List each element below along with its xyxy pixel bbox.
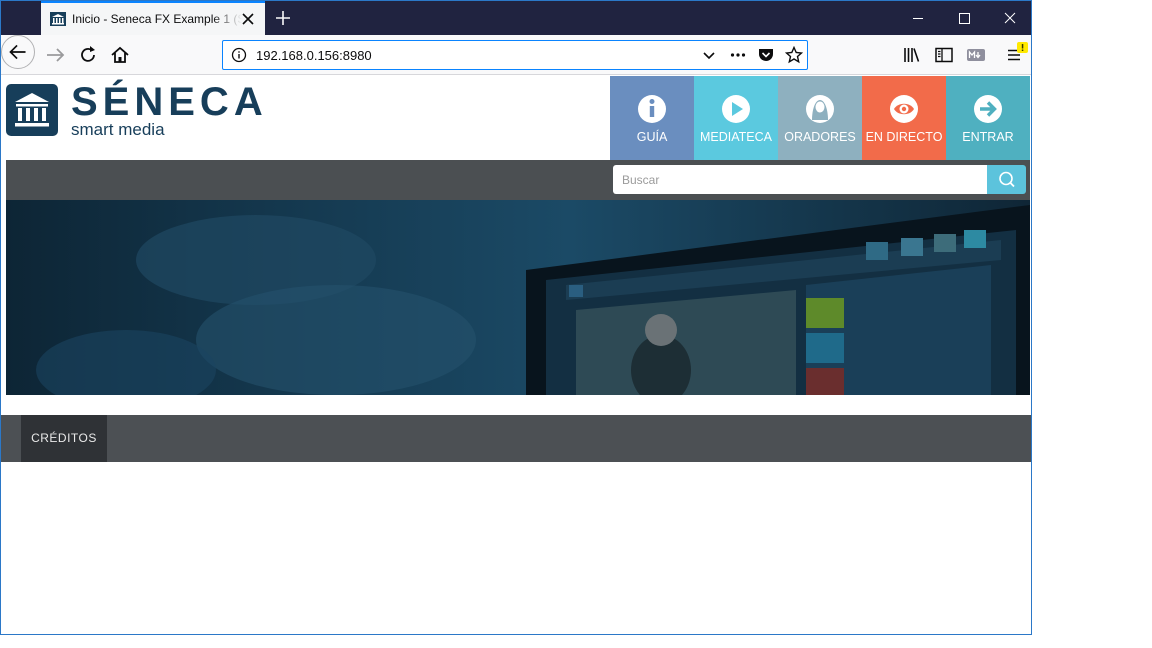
search-input[interactable] xyxy=(613,165,983,194)
title-bar: Inicio - Seneca FX Example 1 (Se xyxy=(1,1,1032,35)
favicon-icon xyxy=(50,12,66,26)
maximize-icon[interactable] xyxy=(941,1,987,35)
nav-en-directo-label: EN DIRECTO xyxy=(865,130,943,144)
search-box xyxy=(613,165,987,194)
info-icon xyxy=(638,95,666,123)
nav-oradores-label: ORADORES xyxy=(784,130,856,144)
bookmark-star-icon[interactable] xyxy=(785,46,803,64)
web-page: SÉNECA smart media GUÍA MEDIATECA ORADOR… xyxy=(1,76,1031,462)
nav-en-directo[interactable]: EN DIRECTO xyxy=(862,76,946,160)
hero-banner xyxy=(6,200,1030,395)
arrow-right-icon xyxy=(974,95,1002,123)
library-icon[interactable] xyxy=(897,40,927,70)
user-icon xyxy=(806,95,834,123)
brand-name: SÉNECA xyxy=(71,80,268,124)
site-info-icon[interactable] xyxy=(230,46,248,64)
url-text: 192.168.0.156:8980 xyxy=(256,48,372,63)
brand-tagline: smart media xyxy=(71,120,165,139)
minimize-icon[interactable] xyxy=(895,1,941,35)
page-actions-icon[interactable] xyxy=(729,46,747,64)
new-tab-icon[interactable] xyxy=(273,8,293,28)
browser-window: Inicio - Seneca FX Example 1 (Se 192.168… xyxy=(0,0,1032,635)
credits-link[interactable]: CRÉDITOS xyxy=(21,415,107,462)
sidebar-icon[interactable] xyxy=(929,40,959,70)
hero-image xyxy=(36,205,1030,395)
nav-mediateca[interactable]: MEDIATECA xyxy=(694,76,778,160)
markdown-extension-icon[interactable] xyxy=(961,40,991,70)
forward-icon[interactable] xyxy=(41,40,71,70)
nav-guia[interactable]: GUÍA xyxy=(610,76,694,160)
pocket-icon[interactable] xyxy=(757,46,775,64)
back-icon[interactable] xyxy=(1,35,35,69)
search-button[interactable] xyxy=(987,165,1026,194)
reload-icon[interactable] xyxy=(73,40,103,70)
play-icon xyxy=(722,95,750,123)
menu-icon[interactable] xyxy=(1000,40,1030,70)
search-icon xyxy=(999,171,1015,188)
seneca-logo[interactable] xyxy=(6,84,58,136)
nav-entrar-label: ENTRAR xyxy=(962,130,1014,144)
home-icon[interactable] xyxy=(105,40,135,70)
nav-guia-label: GUÍA xyxy=(636,130,668,144)
footer-bar: CRÉDITOS xyxy=(1,415,1031,462)
close-window-icon[interactable] xyxy=(987,1,1032,35)
browser-tab[interactable]: Inicio - Seneca FX Example 1 (Se xyxy=(41,1,265,35)
eye-icon xyxy=(890,95,918,123)
chevron-down-icon[interactable] xyxy=(700,46,718,64)
nav-entrar[interactable]: ENTRAR xyxy=(946,76,1030,160)
tab-title: Inicio - Seneca FX Example 1 (Se xyxy=(72,12,242,26)
navigation-bar: 192.168.0.156:8980 xyxy=(1,35,1031,75)
institution-icon xyxy=(15,93,49,127)
url-bar[interactable]: 192.168.0.156:8980 xyxy=(222,40,808,70)
close-tab-icon[interactable] xyxy=(240,11,256,27)
nav-mediateca-label: MEDIATECA xyxy=(700,130,772,144)
nav-oradores[interactable]: ORADORES xyxy=(778,76,862,160)
